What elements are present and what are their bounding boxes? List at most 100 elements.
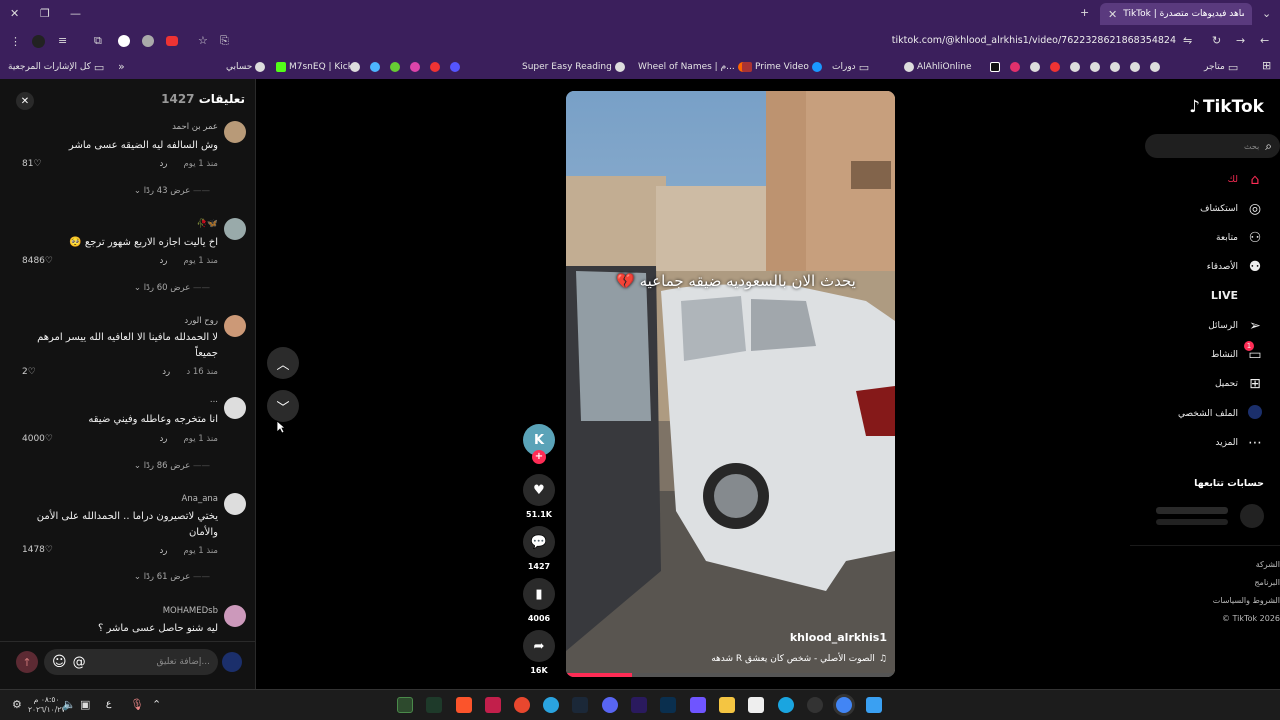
app-icon[interactable] bbox=[514, 697, 530, 713]
follow-plus-icon[interactable]: + bbox=[532, 450, 546, 464]
save-button[interactable]: ▮ 4006 bbox=[523, 578, 555, 623]
sidebar-item-following[interactable]: ⚇ متابعة bbox=[1216, 230, 1264, 246]
comment-input[interactable]: ☺ @ إضافة تعليق... bbox=[44, 649, 218, 675]
comment-user[interactable]: ... bbox=[210, 395, 218, 405]
footer-link-terms[interactable]: الشروط والسياسات bbox=[1200, 592, 1280, 610]
chevron-up-icon[interactable]: ⌃ bbox=[152, 698, 161, 711]
sidebar-item-live[interactable]: LIVE bbox=[1211, 289, 1264, 302]
view-replies-button[interactable]: —— عرض 61 ردًا ⌄ bbox=[60, 572, 210, 582]
start-windows-icon[interactable] bbox=[866, 697, 882, 713]
premiere-icon[interactable] bbox=[631, 697, 647, 713]
youtube-icon[interactable] bbox=[1050, 62, 1060, 72]
clock[interactable]: ٠٨:٥٠ م ٢٠٢٦/١٠/٢٧ bbox=[28, 695, 65, 715]
avatar[interactable] bbox=[224, 218, 246, 240]
avatar[interactable] bbox=[224, 397, 246, 419]
input-language[interactable]: ع bbox=[106, 699, 111, 709]
site-settings-icon[interactable]: ⇋ bbox=[1183, 34, 1192, 47]
bookmark-icon[interactable] bbox=[1150, 62, 1160, 72]
avatar[interactable] bbox=[224, 605, 246, 627]
reply-button[interactable]: رد bbox=[159, 159, 167, 169]
settings-gear-icon[interactable]: ⚙ bbox=[12, 698, 22, 711]
sidebar-item-more[interactable]: ⋯ المزيد bbox=[1215, 435, 1264, 451]
bookmark-alahli[interactable]: AlAhliOnline bbox=[904, 60, 972, 74]
bookmark-super-easy-reading[interactable]: Super Easy Reading bbox=[522, 60, 625, 74]
app-icon[interactable] bbox=[690, 697, 706, 713]
share-button[interactable]: ➦ 16K bbox=[523, 630, 555, 675]
extension-icon[interactable] bbox=[142, 35, 154, 47]
bookmark-my-account[interactable]: حسابي bbox=[226, 60, 266, 74]
tiktok-logo[interactable]: ♪ TikTok bbox=[1189, 97, 1264, 117]
search-input[interactable]: ⌕ بحث bbox=[1145, 134, 1280, 158]
comment-user[interactable]: 🦋🥀 bbox=[197, 219, 218, 229]
bookmark-icon[interactable] bbox=[1090, 62, 1100, 72]
edge-icon[interactable] bbox=[778, 697, 794, 713]
author-avatar-button[interactable]: K + bbox=[523, 424, 555, 464]
bookmark-kick[interactable]: M7snEQ | Kick bbox=[276, 60, 353, 74]
minimize-window-icon[interactable]: — bbox=[70, 7, 81, 20]
bookmark-icon[interactable] bbox=[350, 62, 360, 72]
avatar[interactable] bbox=[224, 315, 246, 337]
reply-button[interactable]: رد bbox=[159, 256, 167, 266]
previous-video-button[interactable]: ︿ bbox=[267, 347, 299, 379]
bookmark-icon[interactable] bbox=[450, 62, 460, 72]
tab-tiktok[interactable]: ✕ TikTok | شاهد فيديوهات متصدرة bbox=[1100, 3, 1252, 25]
bookmark-icon[interactable] bbox=[370, 62, 380, 72]
view-replies-button[interactable]: —— عرض 60 ردًا ⌄ bbox=[60, 283, 210, 293]
comment-likes[interactable]: 4000♡ bbox=[22, 434, 53, 444]
avatar[interactable] bbox=[224, 493, 246, 515]
sidebar-item-explore[interactable]: ◎ استكشاف bbox=[1200, 201, 1264, 217]
sidebar-item-friends[interactable]: ⚉ الأصدقاء bbox=[1207, 259, 1264, 275]
extension-icon[interactable] bbox=[32, 35, 45, 48]
comment-user[interactable]: عمر بن احمد bbox=[172, 122, 218, 132]
forward-icon[interactable]: → bbox=[1236, 34, 1245, 47]
comment-likes[interactable]: 1478♡ bbox=[22, 545, 53, 555]
url-field[interactable]: tiktok.com/@khlood_alrkhis1/video/762232… bbox=[800, 35, 1176, 46]
discord-icon[interactable] bbox=[602, 697, 618, 713]
comment-button[interactable]: 💬 1427 bbox=[523, 526, 555, 571]
sidebar-item-profile[interactable]: الملف الشخصي bbox=[1178, 405, 1264, 423]
close-window-icon[interactable]: ✕ bbox=[10, 7, 19, 20]
comment-user[interactable]: MOHAMEDsb bbox=[163, 606, 218, 616]
send-arrow-icon[interactable]: ↑ bbox=[16, 651, 38, 673]
back-icon[interactable]: ← bbox=[1260, 34, 1269, 47]
brave-icon[interactable] bbox=[456, 697, 472, 713]
reply-button[interactable]: رد bbox=[159, 434, 167, 444]
playlist-icon[interactable]: ≡ bbox=[58, 34, 67, 47]
steam-icon[interactable] bbox=[572, 697, 588, 713]
photoshop-icon[interactable] bbox=[660, 697, 676, 713]
comment-likes[interactable]: 8486♡ bbox=[22, 256, 53, 266]
chrome-icon[interactable] bbox=[836, 697, 852, 713]
comment-likes[interactable]: 2♡ bbox=[22, 367, 36, 377]
menu-icon[interactable]: ⋮ bbox=[10, 35, 21, 48]
sidebar-item-for-you[interactable]: ⌂ لك bbox=[1228, 172, 1264, 188]
bookmark-icon[interactable] bbox=[1070, 62, 1080, 72]
footer-link-program[interactable]: البرنامج bbox=[1200, 574, 1280, 592]
tiktok-icon[interactable] bbox=[990, 62, 1000, 72]
mention-icon[interactable]: @ bbox=[73, 655, 86, 670]
bookmark-icon[interactable] bbox=[1130, 62, 1140, 72]
sidebar-item-upload[interactable]: ⊞ تحميل bbox=[1215, 376, 1264, 392]
comment-user[interactable]: روح الورد bbox=[184, 316, 218, 326]
app-icon[interactable] bbox=[485, 697, 501, 713]
telegram-icon[interactable] bbox=[543, 697, 559, 713]
app-icon[interactable] bbox=[807, 697, 823, 713]
video-sound[interactable]: ♫ الصوت الأصلي - شخص كان يعشق R شدهه bbox=[711, 654, 887, 664]
app-icon[interactable] bbox=[397, 697, 413, 713]
reload-icon[interactable]: ↻ bbox=[1212, 34, 1221, 47]
bookmark-stores[interactable]: متاجر ▭ bbox=[1204, 60, 1238, 74]
bookmark-icon[interactable] bbox=[1030, 62, 1040, 72]
extension-icon[interactable] bbox=[118, 35, 130, 47]
bookmark-icon[interactable] bbox=[410, 62, 420, 72]
bookmark-all[interactable]: كل الإشارات المرجعية ▭ bbox=[8, 60, 104, 74]
bookmark-icon[interactable] bbox=[390, 62, 400, 72]
avatar[interactable] bbox=[222, 652, 242, 672]
view-replies-button[interactable]: —— عرض 43 ردًا ⌄ bbox=[60, 186, 210, 196]
instagram-icon[interactable] bbox=[1010, 62, 1020, 72]
sidebar-item-activity[interactable]: ▭ 1 النشاط bbox=[1211, 341, 1264, 363]
sidebar-item-messages[interactable]: ➢ الرسائل bbox=[1208, 318, 1264, 334]
bookmark-icon[interactable] bbox=[430, 62, 440, 72]
extensions-icon[interactable]: ⧉ bbox=[94, 34, 102, 48]
bookmark-icon[interactable] bbox=[1110, 62, 1120, 72]
microphone-icon[interactable]: 🎙 bbox=[130, 698, 144, 711]
comment-user[interactable]: Ana_ana bbox=[182, 494, 218, 504]
